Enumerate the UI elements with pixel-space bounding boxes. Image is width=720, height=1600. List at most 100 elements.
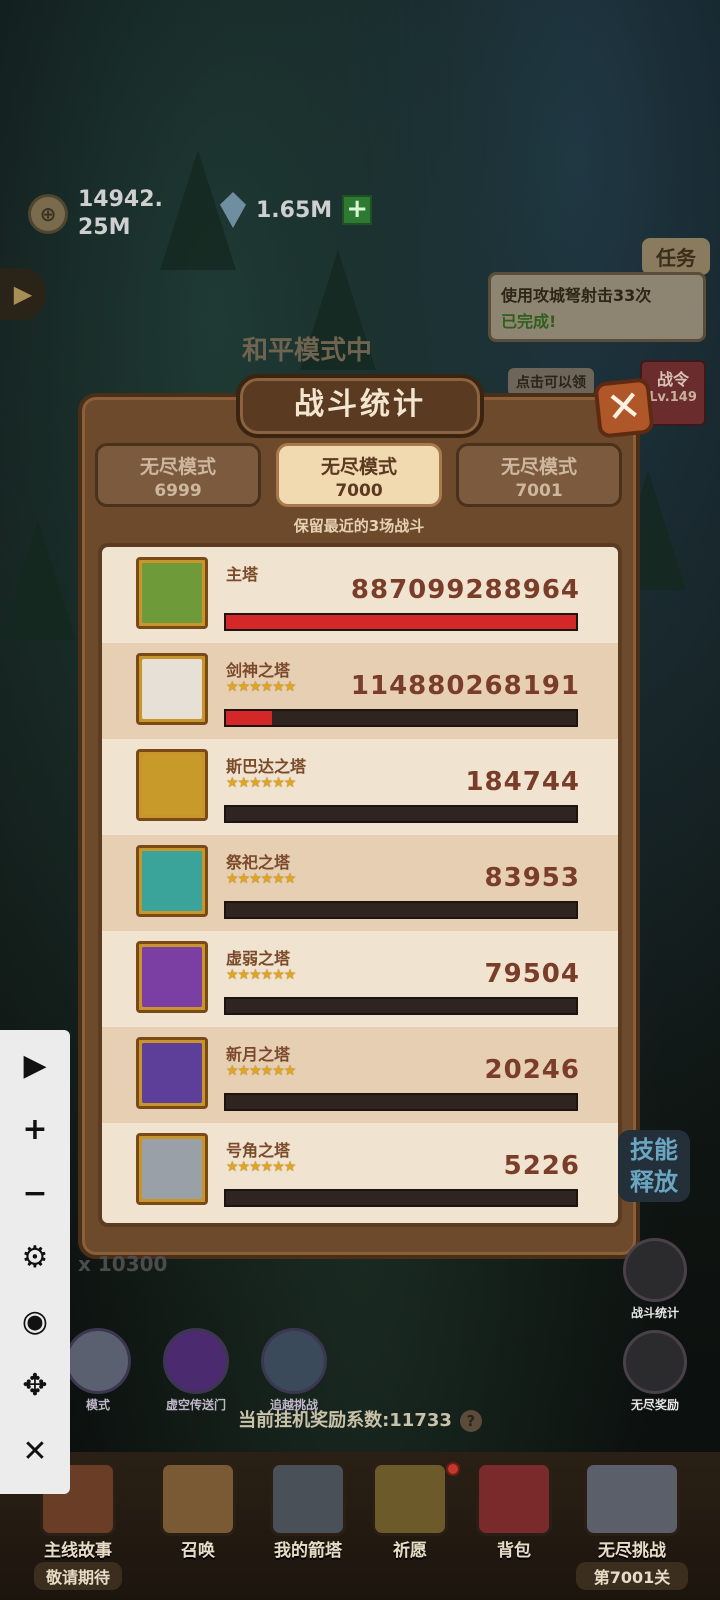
damage-bar <box>224 997 578 1015</box>
tower-row: 主塔 887099288964 <box>102 547 618 643</box>
add-gems-button[interactable]: + <box>342 195 373 225</box>
mode-tab-level: 6999 <box>154 481 202 501</box>
challenge-shortcut[interactable]: 追越挑战 <box>254 1328 334 1413</box>
eye-icon[interactable]: ◉ <box>0 1292 70 1350</box>
expand-left-panel-button[interactable]: ▶ <box>0 268 46 320</box>
gold-resource: ⊕ 14942. 25M <box>28 186 163 242</box>
scroll-icon <box>160 1462 236 1536</box>
damage-bar <box>224 1189 578 1207</box>
multiplier-text: x 10300 <box>78 1252 168 1276</box>
move-icon[interactable]: ✥ <box>0 1356 70 1414</box>
nav-my-towers[interactable]: 我的箭塔 <box>260 1462 356 1580</box>
tower-damage: 79504 <box>484 959 580 989</box>
star-rating: ★★★★★★ <box>226 967 296 983</box>
tower-portrait <box>136 557 208 629</box>
battle-stats-button[interactable]: 战斗统计 <box>618 1238 692 1321</box>
backpack-icon <box>476 1462 552 1536</box>
star-rating: ★★★★★★ <box>226 679 296 695</box>
nav-sublabel: 敬请期待 <box>34 1562 122 1590</box>
quest-tab[interactable]: 任务 <box>642 238 710 275</box>
mode-tab-6999[interactable]: 无尽模式 6999 <box>95 443 261 507</box>
tower-row: 虚弱之塔 ★★★★★★ 79504 <box>102 931 618 1027</box>
battle-stats-icon <box>623 1238 687 1302</box>
floating-toolbar: ▶ + − ⚙ ◉ ✥ ✕ <box>0 1030 70 1494</box>
nav-backpack[interactable]: 背包 <box>466 1462 562 1580</box>
damage-bar-fill <box>226 615 576 629</box>
quest-box[interactable]: 使用攻城弩射击33次 已完成! <box>488 272 706 342</box>
damage-bar <box>224 901 578 919</box>
tower-row: 祭祀之塔 ★★★★★★ 83953 <box>102 835 618 931</box>
help-icon[interactable]: ? <box>459 1410 482 1432</box>
gem-amount: 1.65M <box>256 197 333 223</box>
keep-recent-note: 保留最近的3场战斗 <box>293 517 425 535</box>
tower-damage: 887099288964 <box>350 575 580 605</box>
tower-portrait-image <box>142 851 202 911</box>
tower-name: 斯巴达之塔 <box>226 757 307 776</box>
coin-icon: ⊕ <box>28 194 68 234</box>
nav-label: 无尽挑战 <box>598 1541 666 1561</box>
skill-release-button[interactable]: 技能 释放 <box>618 1130 690 1202</box>
tower-portrait-image <box>142 659 202 719</box>
portal-icon <box>163 1328 229 1394</box>
nav-label: 我的箭塔 <box>274 1541 342 1561</box>
damage-bar <box>224 709 578 727</box>
tower-portrait <box>136 749 208 821</box>
star-icon <box>261 1328 327 1394</box>
mode-tab-level: 7000 <box>335 481 383 501</box>
tower-damage-list[interactable]: 主塔 887099288964 剑神之塔 ★★★★★★ 114880268191… <box>98 543 622 1227</box>
nav-endless-challenge[interactable]: 无尽挑战 第7001关 <box>572 1462 692 1590</box>
tower-name: 祭祀之塔 <box>226 853 291 872</box>
battle-stats-label: 战斗统计 <box>630 1306 679 1320</box>
dialog-title: 战斗统计 <box>236 374 484 438</box>
star-rating: ★★★★★★ <box>226 1159 296 1175</box>
gem-resource: 1.65M + <box>220 192 373 228</box>
star-rating: ★★★★★★ <box>226 871 296 887</box>
idle-reward-coefficient: 当前挂机奖励系数:11733? <box>0 1406 720 1432</box>
close-toolbar-button[interactable]: ✕ <box>0 1422 70 1480</box>
settings-gear-icon[interactable]: ⚙ <box>0 1228 70 1286</box>
tower-portrait-image <box>142 563 202 623</box>
nav-summon[interactable]: 召唤 <box>150 1462 246 1580</box>
tower-name: 虚弱之塔 <box>226 949 291 968</box>
mode-icon <box>65 1328 131 1394</box>
endless-reward-icon <box>623 1330 687 1394</box>
mode-tab-label: 无尽模式 <box>500 456 577 478</box>
reward-value: 11733 <box>389 1410 452 1431</box>
tower-name: 号角之塔 <box>226 1141 291 1160</box>
tower-portrait-image <box>142 1043 202 1103</box>
notification-dot <box>446 1462 460 1476</box>
tap-hint: 点击可以领 <box>508 368 594 396</box>
tower-portrait <box>136 941 208 1013</box>
tower-portrait <box>136 1037 208 1109</box>
mode-shortcut[interactable]: 模式 <box>58 1328 138 1413</box>
star-badge-icon <box>372 1462 448 1536</box>
tower-portrait <box>136 845 208 917</box>
zoom-out-button[interactable]: − <box>0 1164 70 1222</box>
mode-tab-7001[interactable]: 无尽模式 7001 <box>456 443 622 507</box>
tower-damage: 83953 <box>484 863 580 893</box>
mode-tab-level: 7001 <box>515 481 563 501</box>
zoom-in-button[interactable]: + <box>0 1100 70 1158</box>
tree-decoration <box>0 520 76 640</box>
close-button[interactable]: ✕ <box>593 377 655 439</box>
play-button[interactable]: ▶ <box>0 1036 70 1094</box>
tower-portrait-image <box>142 947 202 1007</box>
tower-portrait <box>136 653 208 725</box>
tower-portrait <box>136 1133 208 1205</box>
nav-label: 主线故事 <box>44 1541 112 1561</box>
nav-wish[interactable]: 祈愿 <box>362 1462 460 1580</box>
sword-wings-icon <box>584 1462 680 1536</box>
tower-row: 剑神之塔 ★★★★★★ 114880268191 <box>102 643 618 739</box>
tower-row: 号角之塔 ★★★★★★ 5226 <box>102 1123 618 1219</box>
tower-name: 剑神之塔 <box>226 661 291 680</box>
tower-row: 斯巴达之塔 ★★★★★★ 184744 <box>102 739 618 835</box>
tower-damage: 184744 <box>465 767 580 797</box>
void-portal-shortcut[interactable]: 虚空传送门 <box>156 1328 236 1413</box>
damage-bar <box>224 805 578 823</box>
tower-icon <box>270 1462 346 1536</box>
star-rating: ★★★★★★ <box>226 1063 296 1079</box>
tower-damage: 114880268191 <box>350 671 580 701</box>
endless-reward-button[interactable]: 无尽奖励 <box>618 1330 692 1413</box>
damage-bar-fill <box>226 711 272 725</box>
mode-tab-7000[interactable]: 无尽模式 7000 <box>276 443 442 507</box>
